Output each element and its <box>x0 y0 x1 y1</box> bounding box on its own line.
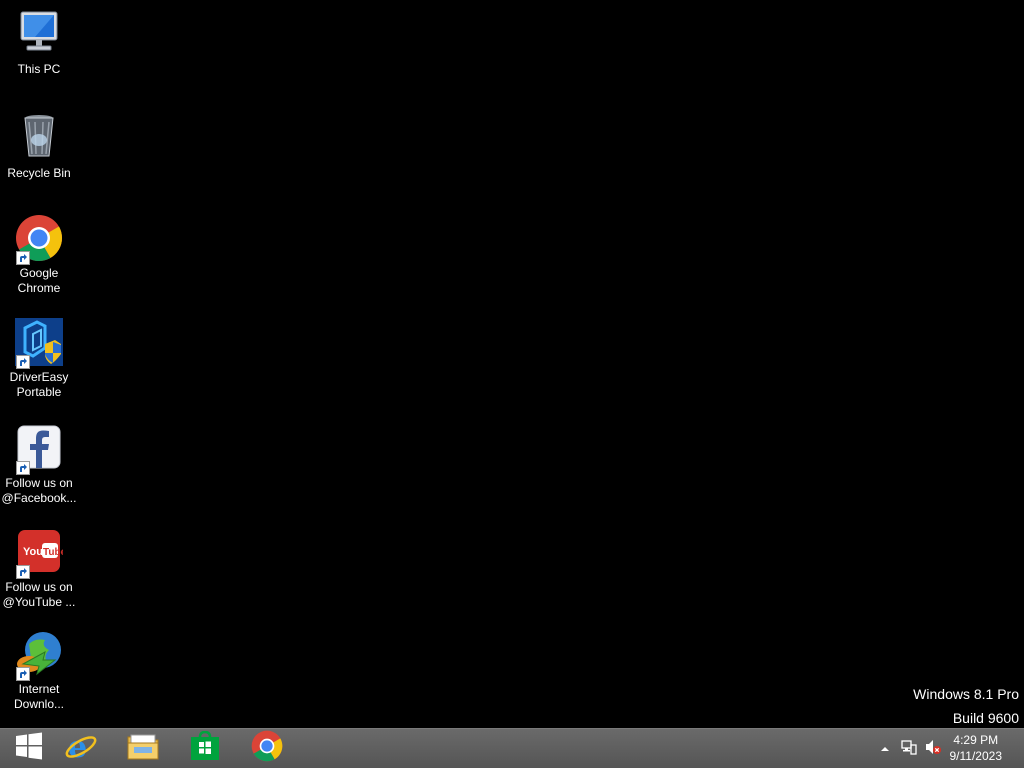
youtube-icon: You Tube <box>15 528 63 579</box>
taskbar-store-button[interactable] <box>176 729 234 768</box>
taskbar-google-chrome-button[interactable] <box>238 729 296 768</box>
desktop-icon-facebook[interactable]: Follow us on @Facebook... <box>0 424 78 506</box>
desktop-icon-label-line2: @YouTube ... <box>2 595 76 609</box>
computer-icon <box>15 8 63 56</box>
desktop-icon-this-pc[interactable]: This PC <box>0 8 78 77</box>
windows-logo-icon <box>15 732 43 765</box>
file-explorer-icon <box>126 731 160 766</box>
drivereasy-icon <box>15 318 63 369</box>
desktop-icon-internet-download-manager[interactable]: Internet Downlo... <box>0 630 78 712</box>
taskbar: e 4:29 PM 9/11/2023 <box>0 728 1024 768</box>
svg-text:Tube: Tube <box>43 547 63 558</box>
desktop-icon-label-line2: @Facebook... <box>1 491 77 505</box>
system-tray: 4:29 PM 9/11/2023 <box>864 729 1024 768</box>
desktop[interactable]: This PC Recycle Bin Google Chrome Driver… <box>0 0 1024 728</box>
taskbar-file-explorer-button[interactable] <box>114 729 172 768</box>
desktop-icon-recycle-bin[interactable]: Recycle Bin <box>0 112 78 181</box>
svg-text:You: You <box>23 546 43 558</box>
desktop-icon-label-line1: Internet <box>18 682 60 696</box>
store-icon <box>190 730 220 766</box>
chrome-icon <box>251 730 283 767</box>
start-button[interactable] <box>0 729 58 768</box>
shortcut-arrow-icon <box>16 251 30 265</box>
show-hidden-icons-button[interactable] <box>876 740 894 758</box>
desktop-icon-drivereasy-portable[interactable]: DriverEasy Portable <box>0 318 78 400</box>
shortcut-arrow-icon <box>16 461 30 475</box>
windows-version-watermark: Windows 8.1 Pro Build 9600 <box>913 682 1019 730</box>
network-tray-button[interactable] <box>900 739 918 760</box>
volume-muted-icon <box>925 739 941 760</box>
chevron-up-icon <box>880 740 890 758</box>
internet-explorer-icon: e <box>64 729 98 768</box>
taskbar-internet-explorer-button[interactable]: e <box>52 729 110 768</box>
desktop-icon-youtube[interactable]: You Tube Follow us on @YouTube ... <box>0 528 78 610</box>
internet-download-manager-icon <box>15 630 63 681</box>
shortcut-arrow-icon <box>16 355 30 369</box>
watermark-edition: Windows 8.1 Pro <box>913 686 1019 702</box>
network-icon <box>901 739 917 760</box>
volume-tray-button[interactable] <box>924 739 942 760</box>
desktop-icon-label-line1: DriverEasy <box>9 370 69 384</box>
desktop-icon-label: This PC <box>17 62 61 76</box>
desktop-icon-label-line1: Follow us on <box>5 580 73 594</box>
watermark-build: Build 9600 <box>952 710 1019 726</box>
desktop-icon-label-line1: Google <box>19 266 59 280</box>
clock-date: 9/11/2023 <box>949 749 1003 763</box>
desktop-icon-google-chrome[interactable]: Google Chrome <box>0 214 78 296</box>
chrome-icon <box>15 214 63 265</box>
recycle-bin-icon <box>15 112 63 160</box>
taskbar-clock[interactable]: 4:29 PM 9/11/2023 <box>950 732 1003 764</box>
clock-time: 4:29 PM <box>953 733 999 747</box>
shortcut-arrow-icon <box>16 667 30 681</box>
facebook-icon <box>15 424 63 475</box>
shortcut-arrow-icon <box>16 565 30 579</box>
desktop-icon-label-line2: Portable <box>16 385 62 399</box>
desktop-icon-label-line2: Downlo... <box>13 697 65 711</box>
desktop-icon-label-line1: Follow us on <box>5 476 73 490</box>
desktop-icon-label: Recycle Bin <box>7 166 71 180</box>
desktop-icon-label-line2: Chrome <box>17 281 61 295</box>
